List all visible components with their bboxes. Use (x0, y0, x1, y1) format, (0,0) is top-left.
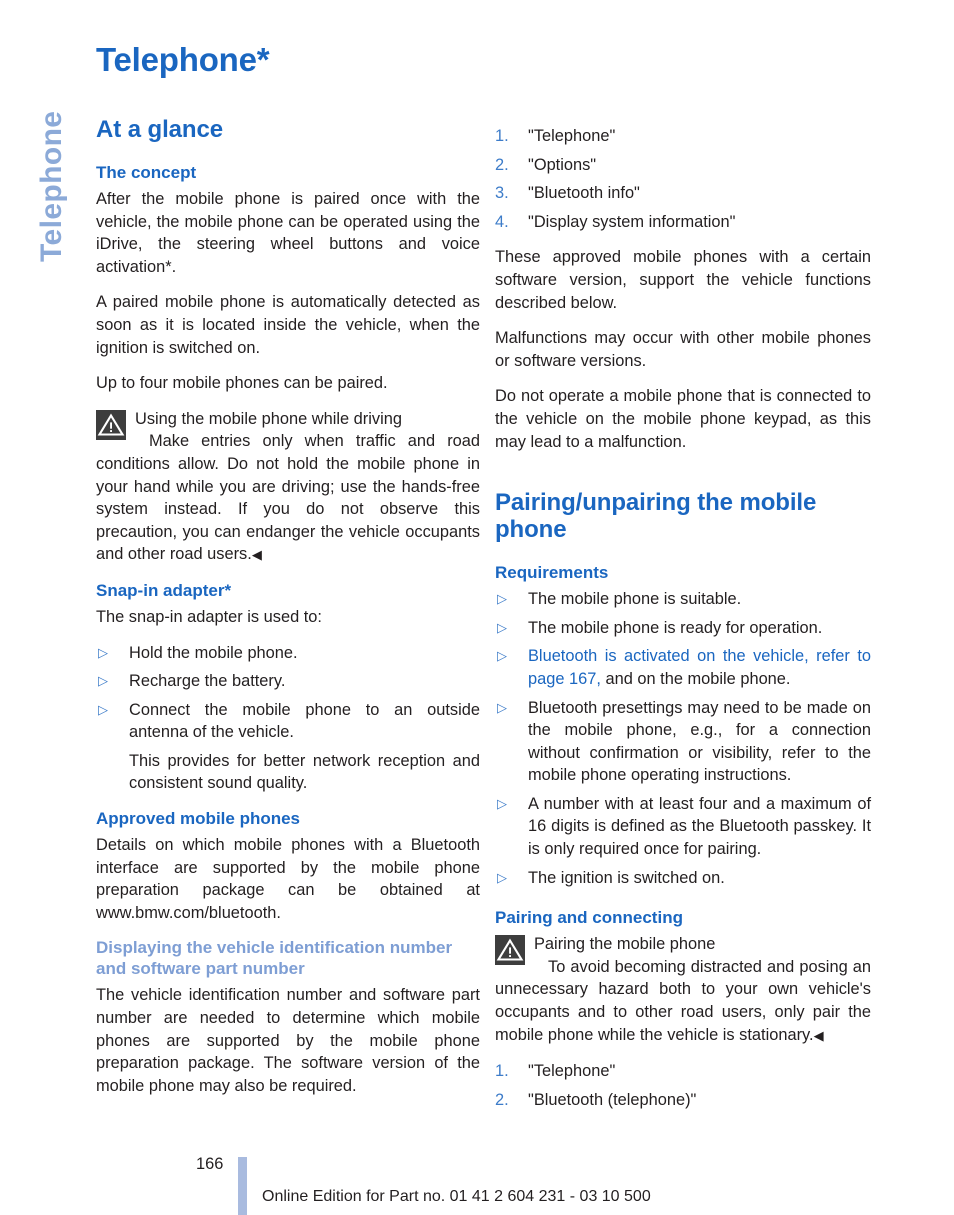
list-item: 2. "Options" (495, 154, 871, 177)
list-item-number: 2. (495, 1090, 509, 1109)
list-item: 2. "Bluetooth (telephone)" (495, 1089, 871, 1112)
list-item-label: "Display system information" (528, 212, 736, 231)
footer-edition-text: Online Edition for Part no. 01 41 2 604 … (262, 1188, 651, 1205)
bullet-list: ▷ Hold the mobile phone. ▷ Recharge the … (96, 642, 480, 796)
list-item: 1. "Telephone" (495, 1060, 871, 1083)
list-item-label: "Telephone" (528, 127, 616, 145)
numbered-list-top: 1. "Telephone" 2. "Options" 3. "Bluetoot… (495, 125, 871, 233)
requirements-bullet-list: ▷ The mobile phone is suitable. ▷ The mo… (495, 588, 871, 889)
paragraph: The vehicle identification number and so… (96, 986, 480, 1095)
list-item-continuation-label: This provides for better network recepti… (129, 751, 480, 793)
list-item: ▷ The mobile phone is suitable. (495, 588, 871, 611)
page-title: Telephone* (96, 41, 270, 78)
list-item: ▷ The mobile phone is ready for operatio… (495, 617, 871, 640)
list-item: ▷ The ignition is switched on. (495, 867, 871, 890)
list-item-label: Connect the mobile phone to an outside a… (129, 700, 480, 742)
list-item-number: 3. (495, 184, 509, 203)
list-item: ▷ Bluetooth is activated on the vehicle,… (495, 645, 871, 690)
list-item-label: A number with at least four and a maximu… (528, 794, 871, 859)
bullet-triangle-icon: ▷ (497, 619, 507, 635)
subheading-approved-mobile-phones: Approved mobile phones (96, 809, 301, 829)
list-item-label: Recharge the battery. (129, 672, 286, 691)
subheading-requirements: Requirements (495, 563, 609, 583)
warning-body-text: Make entries only when traffic and road … (96, 432, 480, 564)
paragraph: A paired mobile phone is automatically d… (96, 293, 480, 357)
warning-body: Make entries only when traffic and road … (96, 430, 480, 567)
warning-title: Using the mobile phone while driving (135, 409, 402, 428)
paragraph: After the mobile phone is paired once wi… (96, 190, 480, 276)
paragraph: Malfunctions may occur with other mobile… (495, 329, 871, 370)
list-item-label: The ignition is switched on. (528, 868, 725, 887)
end-of-notice-marker: ◀ (813, 1027, 824, 1043)
bullet-triangle-icon: ▷ (98, 644, 108, 660)
left-column: Telephone* At a glance The concept After… (96, 42, 480, 1097)
list-item-label: "Bluetooth info" (528, 184, 640, 203)
paragraph: The snap-in adapter is used to: (96, 607, 322, 626)
list-item-label: The mobile phone is ready for operation. (528, 618, 823, 637)
list-item: ▷ Recharge the battery. (96, 670, 480, 693)
section-heading-pairing-unpairing: Pairing/unpairing the mobile phone (495, 489, 817, 544)
end-of-notice-marker: ◀ (251, 547, 262, 563)
warning-triangle-icon (495, 935, 525, 966)
paragraph: Up to four mobile phones can be paired. (96, 374, 388, 393)
list-item-label: The mobile phone is suitable. (528, 590, 742, 609)
numbered-list-pairing: 1. "Telephone" 2. "Bluetooth (telephone)… (495, 1060, 871, 1111)
right-column: 1. "Telephone" 2. "Options" 3. "Bluetoot… (495, 125, 871, 1124)
warning-notice: Using the mobile phone while driving Mak… (96, 408, 480, 567)
list-item-number: 2. (495, 155, 509, 174)
warning-triangle-icon (96, 409, 126, 440)
chapter-side-tab: Telephone (0, 0, 96, 300)
warning-body: To avoid becoming distracted and posing … (495, 956, 871, 1047)
list-item-label: Hold the mobile phone. (129, 643, 298, 662)
list-item-label: "Bluetooth (telephone)" (528, 1090, 697, 1109)
manual-page: Telephone Telephone* At a glance The con… (0, 0, 954, 1215)
list-item-number: 1. (495, 127, 509, 145)
list-item-label: and on the mobile phone. (600, 669, 791, 688)
list-item: 4. "Display system information" (495, 211, 871, 234)
bullet-triangle-icon: ▷ (497, 699, 507, 715)
bullet-triangle-icon: ▷ (497, 869, 507, 885)
list-item: ▷ A number with at least four and a maxi… (495, 793, 871, 861)
paragraph: Do not operate a mobile phone that is co… (495, 387, 871, 451)
list-item-label: Bluetooth presettings may need to be mad… (528, 698, 871, 785)
list-item: ▷ Bluetooth presettings may need to be m… (495, 697, 871, 787)
bullet-triangle-icon: ▷ (497, 795, 507, 811)
list-item-number: 1. (495, 1062, 509, 1081)
paragraph: These approved mobile phones with a cert… (495, 248, 871, 312)
subheading-displaying-vin-and-software-part-number: Displaying the vehicle identification nu… (96, 938, 453, 979)
warning-title: Pairing the mobile phone (534, 935, 716, 954)
paragraph: Details on which mobile phones with a Bl… (96, 836, 480, 922)
bullet-triangle-icon: ▷ (497, 591, 507, 607)
list-item-number: 4. (495, 212, 509, 231)
bullet-triangle-icon: ▷ (497, 648, 507, 664)
chapter-side-tab-label: Telephone (35, 110, 68, 262)
list-item: ▷ Connect the mobile phone to an outside… (96, 699, 480, 744)
list-item-continuation: This provides for better network recepti… (96, 750, 480, 795)
section-heading-at-a-glance: At a glance (96, 116, 223, 143)
footer-accent-bar (238, 1157, 247, 1215)
subheading-pairing-and-connecting: Pairing and connecting (495, 908, 683, 928)
bullet-triangle-icon: ▷ (98, 673, 108, 689)
warning-notice: Pairing the mobile phone To avoid becomi… (495, 933, 871, 1047)
footer-page-number: 166 (196, 1155, 224, 1173)
list-item: 1. "Telephone" (495, 125, 871, 148)
subheading-the-concept: The concept (96, 163, 197, 182)
bullet-triangle-icon: ▷ (98, 701, 108, 717)
list-item-label: "Telephone" (528, 1062, 616, 1081)
subheading-snap-in-adapter: Snap-in adapter* (96, 580, 232, 600)
list-item: ▷ Hold the mobile phone. (96, 642, 480, 665)
list-item-label: "Options" (528, 155, 597, 174)
list-item: 3. "Bluetooth info" (495, 182, 871, 205)
